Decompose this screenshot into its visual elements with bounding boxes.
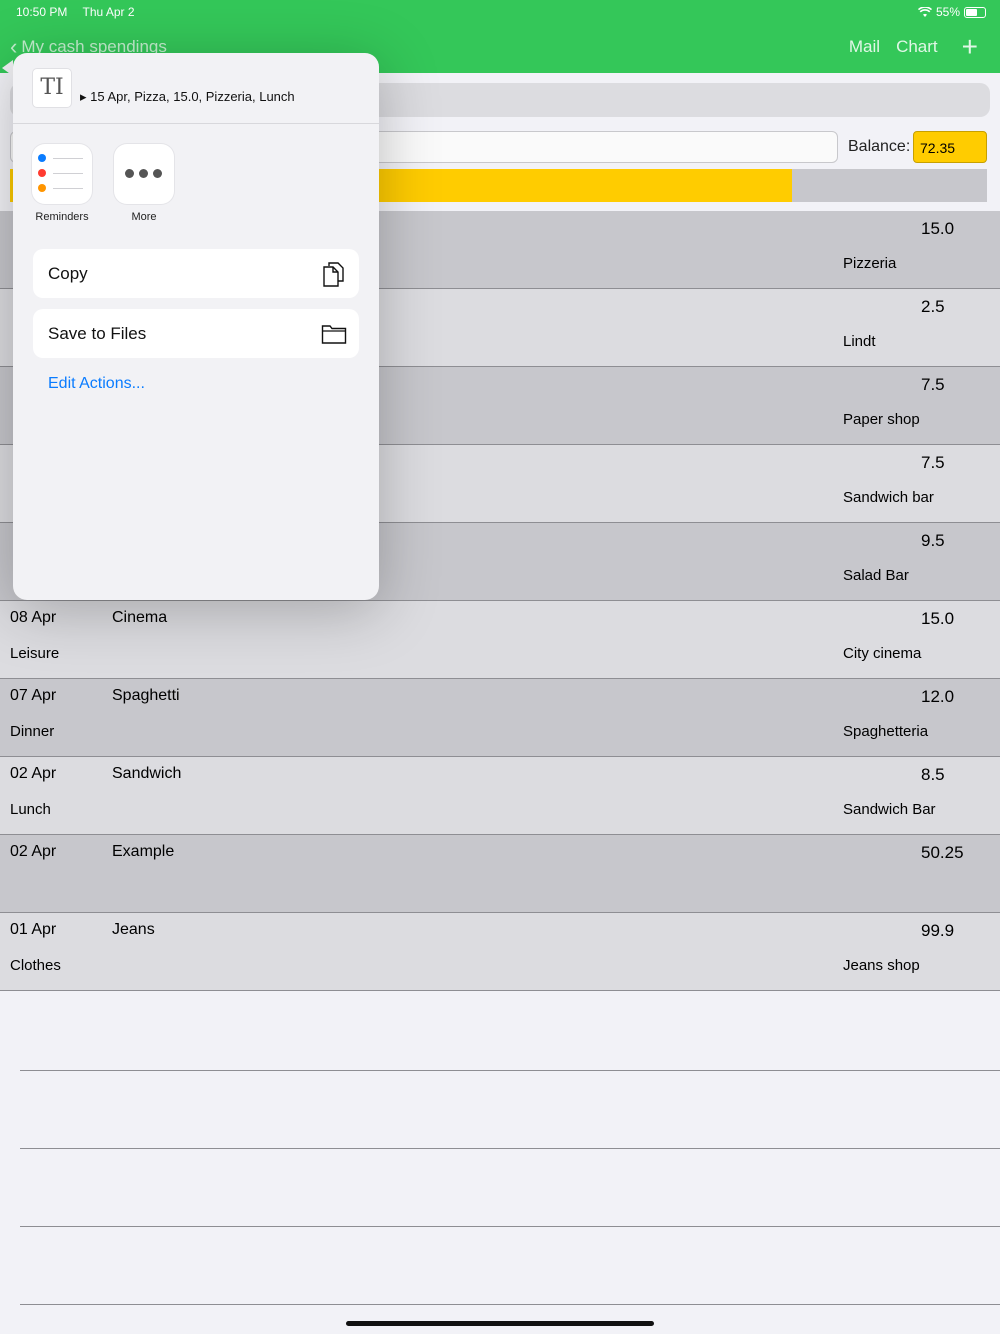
table-row[interactable]: 02 Apr Example 50.25 [0, 835, 1000, 913]
row-place: City cinema [843, 645, 922, 662]
action-label: Save to Files [48, 324, 147, 343]
row-date: 08 Apr [10, 609, 57, 626]
list-separator [20, 1070, 1000, 1071]
battery-icon [964, 6, 986, 18]
copy-icon [323, 262, 344, 287]
app-more[interactable]: More [114, 144, 174, 223]
row-item: Sandwich [112, 765, 182, 782]
folder-icon [321, 325, 347, 344]
row-category: Dinner [10, 723, 55, 740]
share-sheet: TI ▸ 15 Apr, Pizza, 15.0, Pizzeria, Lunc… [13, 53, 379, 600]
save-to-files-action[interactable]: Save to Files [33, 309, 359, 358]
list-separator [20, 1148, 1000, 1149]
row-amount: 50.25 [921, 843, 964, 862]
status-bar-left: 10:50 PM Thu Apr 2 [16, 5, 147, 19]
balance-label: Balance: [848, 138, 911, 155]
row-amount: 2.5 [921, 297, 945, 316]
row-amount: 7.5 [921, 453, 945, 472]
row-amount: 99.9 [921, 921, 955, 940]
row-amount: 8.5 [921, 765, 945, 784]
share-apps-row: Reminders More [13, 124, 379, 244]
table-row[interactable]: 08 Apr Cinema Leisure 15.0 City cinema [0, 601, 1000, 679]
reminders-icon [32, 144, 92, 204]
battery-percent: 55% [935, 5, 960, 19]
row-amount: 15.0 [921, 609, 955, 628]
row-place: Pizzeria [843, 255, 897, 272]
row-amount: 15.0 [921, 219, 955, 238]
status-bar-right: 55% [917, 5, 986, 19]
row-date: 02 Apr [10, 843, 57, 860]
app-name: More [131, 211, 157, 223]
more-icon [114, 144, 174, 204]
copy-action[interactable]: Copy [33, 249, 359, 298]
row-item: Example [112, 843, 175, 860]
list-separator [20, 1226, 1000, 1227]
row-category: Lunch [10, 801, 51, 818]
popover-arrow [2, 60, 13, 76]
edit-actions-link[interactable]: Edit Actions... [48, 375, 145, 393]
mail-button[interactable]: Mail [849, 37, 880, 57]
row-category: Leisure [10, 645, 60, 662]
row-place: Sandwich bar [843, 489, 934, 506]
app-name: Reminders [35, 211, 89, 223]
chart-button[interactable]: Chart [896, 37, 938, 57]
wifi-icon [917, 6, 932, 17]
row-amount: 9.5 [921, 531, 945, 550]
status-time: 10:50 PM [16, 5, 68, 19]
text-document-icon: TI [32, 68, 72, 108]
balance-value: 72.35 [913, 131, 987, 163]
app-reminders[interactable]: Reminders [32, 144, 92, 223]
row-place: Salad Bar [843, 567, 909, 584]
list-separator [20, 1304, 1000, 1305]
row-date: 02 Apr [10, 765, 57, 782]
row-place: Paper shop [843, 411, 920, 428]
row-date: 01 Apr [10, 921, 57, 938]
row-place: Jeans shop [843, 957, 920, 974]
plus-icon[interactable]: + [962, 33, 978, 61]
row-date: 07 Apr [10, 687, 57, 704]
status-date: Thu Apr 2 [82, 5, 135, 19]
row-amount: 12.0 [921, 687, 955, 706]
action-label: Copy [48, 264, 88, 283]
table-row[interactable]: 07 Apr Spaghetti Dinner 12.0 Spaghetteria [0, 679, 1000, 757]
row-amount: 7.5 [921, 375, 945, 394]
row-item: Spaghetti [112, 687, 180, 704]
row-item: Jeans [112, 921, 155, 938]
table-row[interactable]: 02 Apr Sandwich Lunch 8.5 Sandwich Bar [0, 757, 1000, 835]
share-header: TI ▸ 15 Apr, Pizza, 15.0, Pizzeria, Lunc… [13, 53, 379, 124]
row-place: Spaghetteria [843, 723, 929, 740]
row-place: Lindt [843, 333, 876, 350]
row-item: Cinema [112, 609, 168, 626]
row-category: Clothes [10, 957, 61, 974]
share-title: ▸ 15 Apr, Pizza, 15.0, Pizzeria, Lunch [80, 89, 295, 104]
row-place: Sandwich Bar [843, 801, 936, 818]
home-indicator [346, 1321, 654, 1326]
table-row[interactable]: 01 Apr Jeans Clothes 99.9 Jeans shop [0, 913, 1000, 991]
